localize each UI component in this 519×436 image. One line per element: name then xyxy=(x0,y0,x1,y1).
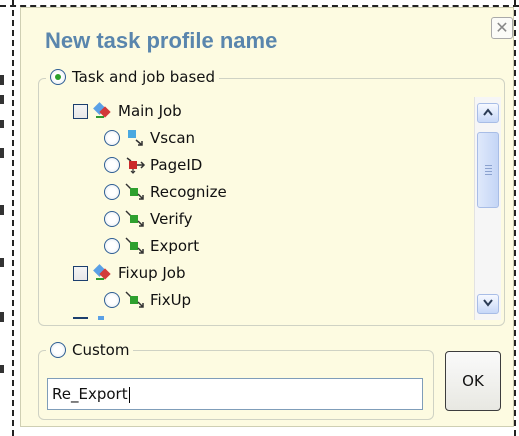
tree-task-label: FixUp xyxy=(150,291,192,309)
tree-task-label: Verify xyxy=(150,210,193,228)
selection-frame-right xyxy=(514,0,516,436)
tree-job-fixup[interactable]: Fixup Job xyxy=(73,264,186,282)
ok-button[interactable]: OK xyxy=(445,351,501,411)
custom-group-label: Custom xyxy=(72,341,130,359)
tree-task-export[interactable]: Export xyxy=(104,237,199,255)
profile-name-input[interactable]: Re_Export xyxy=(47,378,423,410)
tree-scrollbar[interactable] xyxy=(474,97,501,320)
profile-name-value: Re_Export xyxy=(52,385,128,403)
pageid-task-icon xyxy=(124,156,146,174)
vscan-task-icon xyxy=(124,129,146,147)
tree-task-fixup[interactable]: FixUp xyxy=(104,291,191,309)
task-group-option[interactable]: Task and job based xyxy=(46,68,220,86)
task-based-radio[interactable] xyxy=(50,69,66,85)
job-icon xyxy=(92,102,114,120)
recognize-radio[interactable] xyxy=(104,184,120,200)
tree-job-label: Main Job xyxy=(118,102,182,120)
scroll-down-button[interactable] xyxy=(477,294,499,314)
chevron-down-icon xyxy=(483,299,493,307)
tree-task-label: Recognize xyxy=(150,183,227,201)
tree-row-partial xyxy=(73,316,104,320)
fixup-job-checkbox[interactable] xyxy=(73,265,88,281)
pageid-radio[interactable] xyxy=(104,157,120,173)
tree-task-label: Vscan xyxy=(150,129,196,147)
tree-task-verify[interactable]: Verify xyxy=(104,210,193,228)
job-icon xyxy=(92,264,114,282)
task-group-label: Task and job based xyxy=(72,68,216,86)
close-icon: ✕ xyxy=(495,18,509,37)
tree-task-pageid[interactable]: PageID xyxy=(104,156,202,174)
verify-task-icon xyxy=(124,210,146,228)
text-caret xyxy=(128,386,130,403)
tree-job-main[interactable]: Main Job xyxy=(73,102,182,120)
dialog-title: New task profile name xyxy=(45,28,278,53)
tree-job-label: Fixup Job xyxy=(118,264,186,282)
custom-radio[interactable] xyxy=(50,342,66,358)
verify-radio[interactable] xyxy=(104,211,120,227)
background-text-fragments xyxy=(0,0,18,436)
tree-task-vscan[interactable]: Vscan xyxy=(104,129,195,147)
export-task-icon xyxy=(124,237,146,255)
tree-task-label: Export xyxy=(150,237,200,255)
tree-task-recognize[interactable]: Recognize xyxy=(104,183,227,201)
chevron-up-icon xyxy=(483,108,493,116)
main-job-checkbox[interactable] xyxy=(73,103,88,119)
recognize-task-icon xyxy=(124,183,146,201)
custom-option[interactable]: Custom xyxy=(46,341,134,359)
fixup-radio[interactable] xyxy=(104,292,120,308)
fixup-task-icon xyxy=(124,291,146,309)
scroll-thumb[interactable] xyxy=(477,132,499,208)
job-task-tree: Main Job Vscan PageID Recognize Verify E… xyxy=(62,94,472,324)
scroll-up-button[interactable] xyxy=(477,103,499,123)
export-radio[interactable] xyxy=(104,238,120,254)
vscan-radio[interactable] xyxy=(104,130,120,146)
tree-task-label: PageID xyxy=(150,156,203,174)
close-button[interactable]: ✕ xyxy=(491,17,513,39)
